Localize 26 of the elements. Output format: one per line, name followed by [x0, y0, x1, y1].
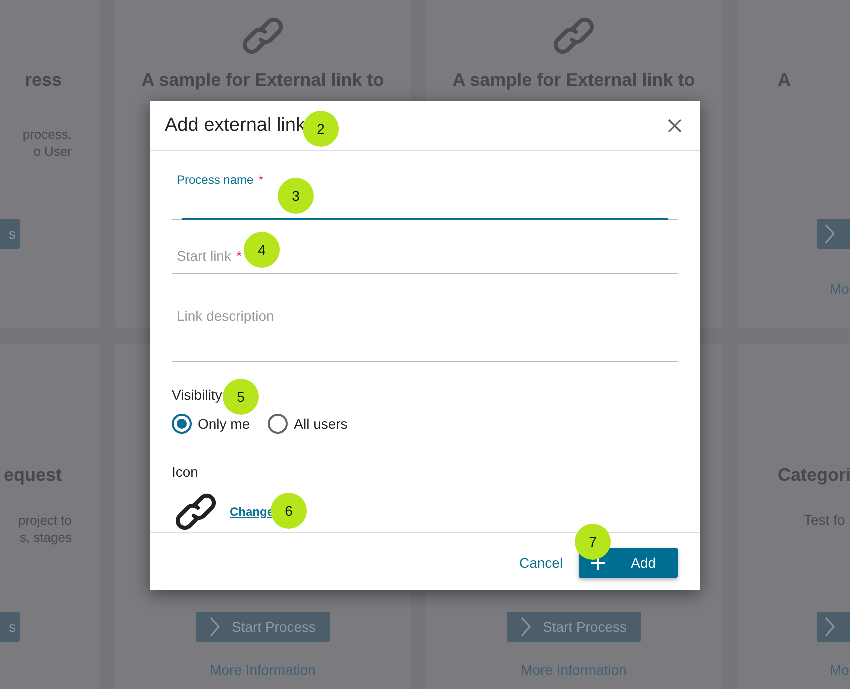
start-process-button[interactable]: s	[0, 612, 20, 642]
chevron-icon	[210, 617, 220, 637]
close-icon[interactable]	[668, 118, 682, 132]
callout-marker: 6	[271, 493, 307, 529]
chevron-icon	[520, 617, 531, 637]
start-process-button[interactable]: Start Process	[196, 612, 330, 642]
callout-marker: 7	[575, 524, 612, 560]
more-information-link[interactable]: More Information	[210, 662, 316, 678]
more-information-link[interactable]: More Information	[521, 662, 627, 678]
callout-marker: 4	[244, 232, 280, 268]
chevron-icon	[825, 617, 835, 637]
text-field[interactable]: Link description	[172, 274, 678, 362]
icon-label: Icon	[172, 464, 198, 480]
text-field[interactable]: Process name * 3	[172, 165, 678, 220]
chevron-icon	[825, 224, 835, 244]
more-information-link[interactable]: Mo	[830, 662, 850, 678]
start-process-button[interactable]: Start Process	[506, 612, 642, 642]
text-field[interactable]: Start link * 4	[172, 220, 678, 274]
visibility-radio[interactable]: Only me	[172, 414, 250, 434]
callout-marker: 3	[278, 178, 314, 214]
cancel-button[interactable]: Cancel	[519, 554, 564, 570]
start-process-button[interactable]: s	[0, 219, 20, 249]
add-button[interactable]: Add	[579, 548, 678, 578]
more-information-link[interactable]: Mo	[830, 281, 850, 297]
callout-marker: 5	[223, 379, 259, 415]
visibility-radio[interactable]: All users	[268, 414, 348, 434]
